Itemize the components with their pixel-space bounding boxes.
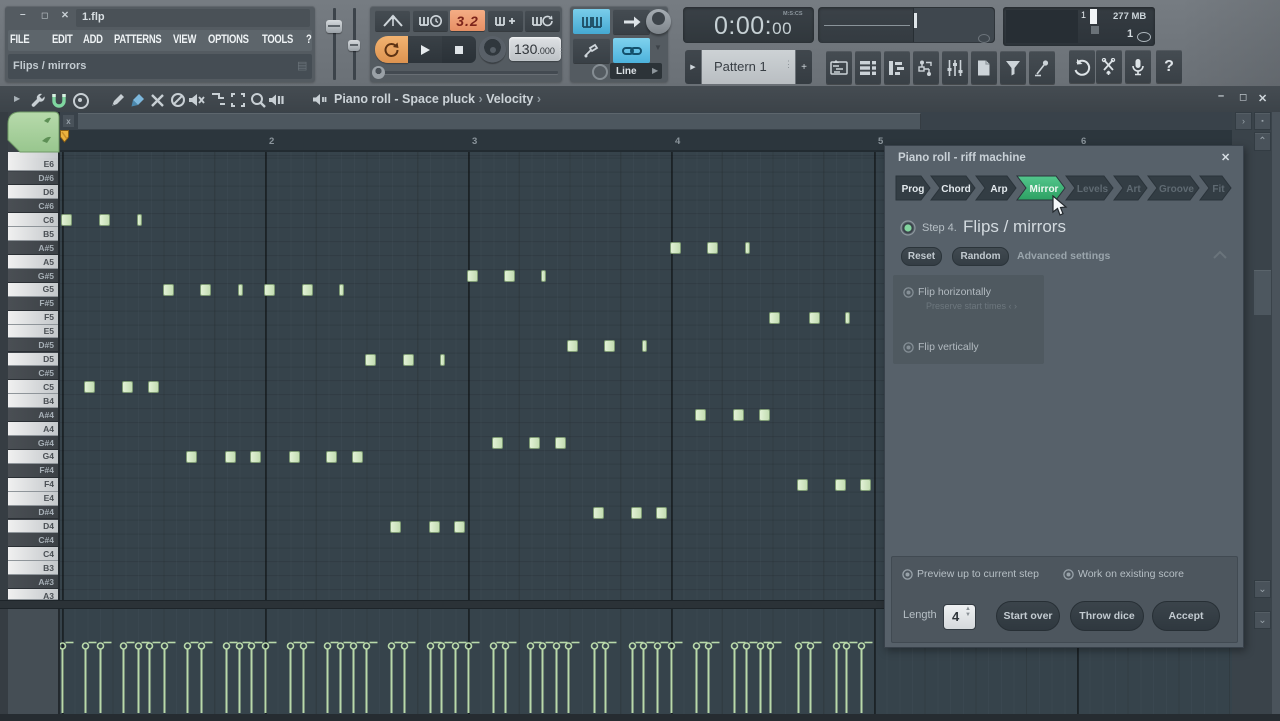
svg-text:Prog: Prog xyxy=(902,184,925,195)
svg-text:Mirror: Mirror xyxy=(1030,184,1059,195)
svg-text:Groove: Groove xyxy=(1159,184,1194,195)
svg-text:Chord: Chord xyxy=(941,184,970,195)
svg-text:Art: Art xyxy=(1126,184,1141,195)
svg-text:Levels: Levels xyxy=(1077,184,1109,195)
svg-text:Arp: Arp xyxy=(990,184,1007,195)
svg-text:Fit: Fit xyxy=(1212,184,1225,195)
